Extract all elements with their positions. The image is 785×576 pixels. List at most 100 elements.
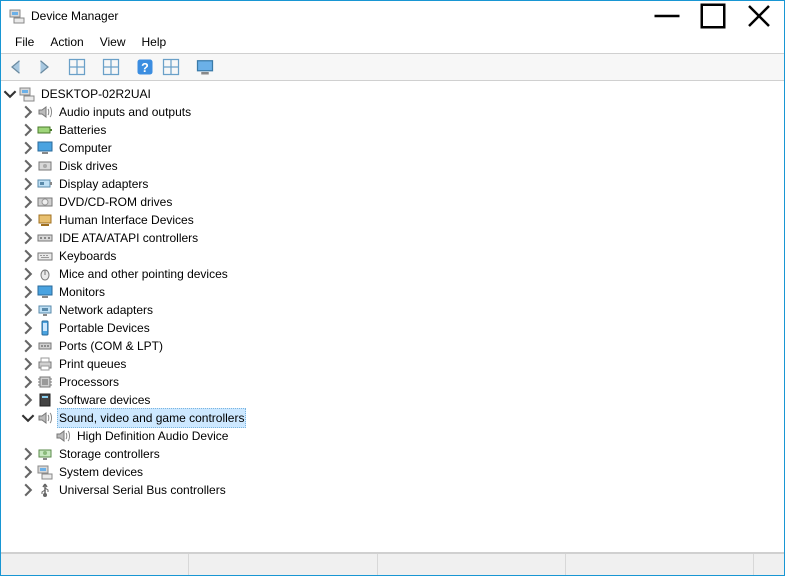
tree-view[interactable]: DESKTOP-02R2UAIAudio inputs and outputsB… — [1, 81, 784, 553]
tree-node-label: High Definition Audio Device — [75, 427, 230, 445]
titlebar[interactable]: Device Manager — [1, 1, 784, 31]
tree-node[interactable]: DVD/CD-ROM drives — [21, 193, 782, 211]
menu-action[interactable]: Action — [42, 33, 91, 51]
monitor-icon — [37, 284, 53, 300]
ide-icon — [37, 230, 53, 246]
tree-node-label: Display adapters — [57, 175, 150, 193]
back-button[interactable] — [5, 56, 29, 78]
chevron-right-icon[interactable] — [21, 357, 35, 371]
port-icon — [37, 338, 53, 354]
tree-node[interactable]: Ports (COM & LPT) — [21, 337, 782, 355]
tree-node-label: Software devices — [57, 391, 152, 409]
toolbar-properties-button[interactable] — [99, 56, 123, 78]
chevron-right-icon[interactable] — [21, 465, 35, 479]
tree-node[interactable]: Universal Serial Bus controllers — [21, 481, 782, 499]
tree-node[interactable]: Sound, video and game controllers — [21, 409, 782, 427]
close-button[interactable] — [736, 1, 782, 31]
tree-node[interactable]: Computer — [21, 139, 782, 157]
chevron-right-icon[interactable] — [21, 123, 35, 137]
tree-node-label: Sound, video and game controllers — [57, 408, 246, 428]
chevron-right-icon[interactable] — [21, 231, 35, 245]
network-icon — [37, 302, 53, 318]
toolbar-grid-button[interactable] — [65, 56, 89, 78]
tree-node[interactable]: Mice and other pointing devices — [21, 265, 782, 283]
tree-node[interactable]: Human Interface Devices — [21, 211, 782, 229]
tree-node-label: Portable Devices — [57, 319, 152, 337]
chevron-right-icon[interactable] — [21, 375, 35, 389]
window-controls — [644, 1, 782, 31]
sound-icon — [37, 410, 53, 426]
tree-node[interactable]: Batteries — [21, 121, 782, 139]
chevron-right-icon[interactable] — [21, 213, 35, 227]
chevron-right-icon[interactable] — [21, 141, 35, 155]
tree-node[interactable]: Monitors — [21, 283, 782, 301]
minimize-button[interactable] — [644, 1, 690, 31]
chevron-right-icon[interactable] — [21, 249, 35, 263]
chevron-right-icon[interactable] — [21, 303, 35, 317]
hid-icon — [37, 212, 53, 228]
tree-node[interactable]: Print queues — [21, 355, 782, 373]
maximize-button[interactable] — [690, 1, 736, 31]
tree-node[interactable]: Software devices — [21, 391, 782, 409]
menu-file[interactable]: File — [7, 33, 42, 51]
menu-view[interactable]: View — [92, 33, 134, 51]
computer-root-icon — [19, 86, 35, 102]
status-segment — [566, 554, 754, 575]
chevron-right-icon[interactable] — [21, 105, 35, 119]
tree-node[interactable]: Display adapters — [21, 175, 782, 193]
tree-node[interactable]: IDE ATA/ATAPI controllers — [21, 229, 782, 247]
chevron-right-icon[interactable] — [21, 159, 35, 173]
tree-node-label: Batteries — [57, 121, 108, 139]
tree-node-label: Audio inputs and outputs — [57, 103, 193, 121]
storage-icon — [37, 446, 53, 462]
tree-node[interactable]: Storage controllers — [21, 445, 782, 463]
battery-icon — [37, 122, 53, 138]
window-title: Device Manager — [31, 9, 118, 23]
chevron-right-icon[interactable] — [21, 447, 35, 461]
toolbar-scan-button[interactable] — [159, 56, 183, 78]
tree-node[interactable]: DESKTOP-02R2UAI — [3, 85, 782, 103]
chevron-right-icon[interactable] — [21, 393, 35, 407]
tree-node[interactable]: Network adapters — [21, 301, 782, 319]
tree-node-label: DVD/CD-ROM drives — [57, 193, 174, 211]
statusbar — [1, 553, 784, 575]
tree-node-label: Print queues — [57, 355, 128, 373]
tree-node[interactable]: System devices — [21, 463, 782, 481]
chevron-down-icon[interactable] — [3, 87, 17, 101]
forward-button[interactable] — [31, 56, 55, 78]
disk-icon — [37, 158, 53, 174]
chevron-right-icon[interactable] — [21, 483, 35, 497]
toolbar — [1, 53, 784, 81]
app-icon — [9, 8, 25, 24]
chevron-right-icon[interactable] — [21, 285, 35, 299]
chevron-right-icon[interactable] — [21, 195, 35, 209]
tree-node-label: Mice and other pointing devices — [57, 265, 230, 283]
status-resize-grip[interactable] — [754, 554, 784, 575]
tree-node-label: Disk drives — [57, 157, 120, 175]
status-segment — [189, 554, 377, 575]
tree-node[interactable]: Disk drives — [21, 157, 782, 175]
display-adapter-icon — [37, 176, 53, 192]
monitor-icon — [37, 140, 53, 156]
tree-node[interactable]: Portable Devices — [21, 319, 782, 337]
toolbar-extra-button[interactable] — [193, 56, 217, 78]
tree-node[interactable]: Keyboards — [21, 247, 782, 265]
tree-node[interactable]: High Definition Audio Device — [39, 427, 782, 445]
tree-node-label: Network adapters — [57, 301, 155, 319]
tree-node[interactable]: Processors — [21, 373, 782, 391]
system-icon — [37, 464, 53, 480]
menu-help[interactable]: Help — [134, 33, 175, 51]
tree-node-label: IDE ATA/ATAPI controllers — [57, 229, 200, 247]
chevron-right-icon[interactable] — [21, 339, 35, 353]
mouse-icon — [37, 266, 53, 282]
chevron-right-icon[interactable] — [21, 267, 35, 281]
optical-drive-icon — [37, 194, 53, 210]
printer-icon — [37, 356, 53, 372]
toolbar-help-button[interactable] — [133, 56, 157, 78]
tree-node[interactable]: Audio inputs and outputs — [21, 103, 782, 121]
tree-node-label: Keyboards — [57, 247, 118, 265]
status-segment — [378, 554, 566, 575]
chevron-right-icon[interactable] — [21, 321, 35, 335]
chevron-down-icon[interactable] — [21, 411, 35, 425]
chevron-right-icon[interactable] — [21, 177, 35, 191]
